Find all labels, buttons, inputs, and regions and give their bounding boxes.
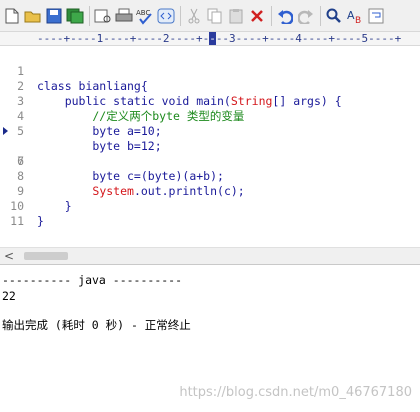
replace-icon[interactable]: AB [345,6,365,26]
print-preview-icon[interactable] [93,6,113,26]
spell-check-icon[interactable]: ABC [135,6,155,26]
open-folder-icon[interactable] [23,6,43,26]
new-file-icon[interactable] [2,6,22,26]
code-line: 9 } [0,169,420,213]
redo-icon[interactable] [296,6,316,26]
code-line: 7 [0,139,420,168]
paste-icon[interactable] [226,6,246,26]
copy-icon[interactable] [205,6,225,26]
code-text: } [37,214,44,228]
scroll-left-arrow-icon[interactable]: < [4,248,14,264]
svg-text:B: B [355,16,361,24]
delete-icon[interactable] [247,6,267,26]
code-line: 10 } [0,184,420,228]
code-line: 1 class bianliang{ [0,49,420,93]
html-tag-icon[interactable] [156,6,176,26]
code-line: 4 byte a=10; [0,94,420,138]
save-icon[interactable] [44,6,64,26]
ruler-marks-left: ----+----1----+----2----+- [37,32,210,45]
wrap-icon[interactable] [366,6,386,26]
output-status: 输出完成 (耗时 0 秒) - 正常终止 [2,318,191,332]
toolbar-separator [180,5,181,26]
toolbar: ABC AB [0,0,420,32]
code-editor[interactable]: 1 class bianliang{ 2 public static void … [0,47,420,247]
code-line: 3 //定义两个byte 类型的变量 [0,79,420,123]
column-ruler: ----+----1----+----2----+----3----+----4… [0,32,420,46]
find-icon[interactable] [324,6,344,26]
cut-icon[interactable] [184,6,204,26]
scrollbar-thumb[interactable] [24,252,68,260]
line-number: 11 [10,214,24,228]
print-icon[interactable] [114,6,134,26]
code-line: 6 byte c=(byte)(a+b); [0,124,420,183]
code-line: 11 [0,199,420,228]
toolbar-separator [89,5,90,26]
code-line: 5 byte b=12; [0,109,420,153]
undo-icon[interactable] [275,6,295,26]
ruler-cursor-column: - [209,32,216,45]
output-header: ---------- java ---------- [2,273,183,287]
output-result: 22 [2,289,16,303]
code-line: 2 public static void main(String[] args)… [0,64,420,108]
current-line-marker-icon [3,127,8,135]
toolbar-separator [271,5,272,26]
watermark: https://blog.csdn.net/m0_46767180 [179,385,412,400]
toolbar-separator [320,5,321,26]
horizontal-scrollbar[interactable]: < [0,247,420,265]
save-all-icon[interactable] [65,6,85,26]
code-line: 8 System.out.println(c); [0,154,420,198]
ruler-marks-right: --3----+----4----+----5----+ [215,32,402,45]
svg-text:A: A [347,9,355,22]
